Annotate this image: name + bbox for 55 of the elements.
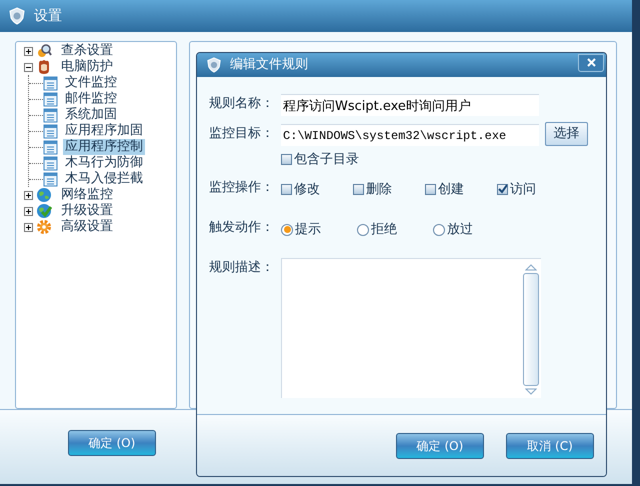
- checkbox[interactable]: 创建: [425, 180, 497, 199]
- tree-item[interactable]: 文件监控: [63, 75, 119, 91]
- tree-item[interactable]: 木马行为防御: [63, 155, 145, 171]
- tree-item[interactable]: 网络监控: [60, 187, 114, 203]
- select-button[interactable]: 选择: [545, 122, 588, 146]
- dialog-title: 编辑文件规则: [230, 56, 308, 74]
- expander-icon[interactable]: [24, 190, 33, 200]
- input-field[interactable]: 程序访问Wscipt.exe时询问用户: [281, 94, 539, 116]
- checkbox[interactable]: 删除: [353, 180, 425, 199]
- expander-icon[interactable]: [24, 46, 33, 56]
- field-label: 规则描述：: [209, 258, 275, 276]
- field-label: 触发动作：: [209, 219, 275, 237]
- radio-button[interactable]: 放过: [433, 220, 509, 240]
- expander-icon[interactable]: [24, 206, 33, 216]
- expander-icon[interactable]: [24, 62, 33, 72]
- field-label: 监控操作：: [209, 178, 275, 196]
- field-label: 规则名称：: [209, 95, 275, 113]
- document-icon: [43, 76, 58, 90]
- tree-item[interactable]: 高级设置: [60, 219, 114, 235]
- radio-button[interactable]: 拒绝: [357, 220, 433, 240]
- tree-item[interactable]: 系统加固: [63, 107, 119, 123]
- close-icon: [586, 58, 596, 67]
- document-icon: [43, 156, 58, 170]
- scrollbar-thumb[interactable]: [523, 272, 539, 386]
- checkbox[interactable]: 修改: [281, 180, 353, 199]
- field-label: 监控目标：: [209, 125, 275, 143]
- input-field[interactable]: C:\WINDOWS\system32\wscript.exe: [281, 124, 539, 146]
- tree-item[interactable]: 升级设置: [60, 203, 114, 219]
- tree-item[interactable]: 应用程序控制: [63, 139, 145, 155]
- check-icon: [498, 184, 507, 194]
- tree-item[interactable]: 查杀设置: [60, 43, 114, 59]
- globe-icon: [36, 187, 52, 203]
- ok-button[interactable]: 确定 (O): [68, 430, 156, 456]
- document-icon: [43, 92, 58, 106]
- tree-item[interactable]: 邮件监控: [63, 91, 119, 107]
- checkbox[interactable]: 访问: [497, 180, 569, 199]
- cancel-button[interactable]: 取消 (C): [506, 433, 594, 459]
- expander-icon[interactable]: [24, 222, 33, 232]
- document-icon: [43, 172, 58, 186]
- document-icon: [43, 108, 58, 122]
- tree-item[interactable]: 电脑防护: [60, 59, 114, 75]
- document-icon: [43, 124, 58, 138]
- gear-icon: [36, 219, 52, 235]
- tree-item[interactable]: 应用程序加固: [63, 123, 145, 139]
- document-icon: [43, 140, 58, 154]
- checkbox[interactable]: 包含子目录: [281, 150, 359, 170]
- shield-icon: [206, 57, 222, 73]
- radio-button[interactable]: 提示: [281, 220, 357, 240]
- ok-button[interactable]: 确定 (O): [396, 433, 484, 459]
- shield-icon: [8, 7, 26, 25]
- tree-item[interactable]: 木马入侵拦截: [63, 171, 145, 187]
- globe-check-icon: [36, 203, 52, 219]
- window-title: 设置: [34, 6, 62, 26]
- close-button[interactable]: [578, 54, 604, 72]
- search-icon: [36, 43, 52, 59]
